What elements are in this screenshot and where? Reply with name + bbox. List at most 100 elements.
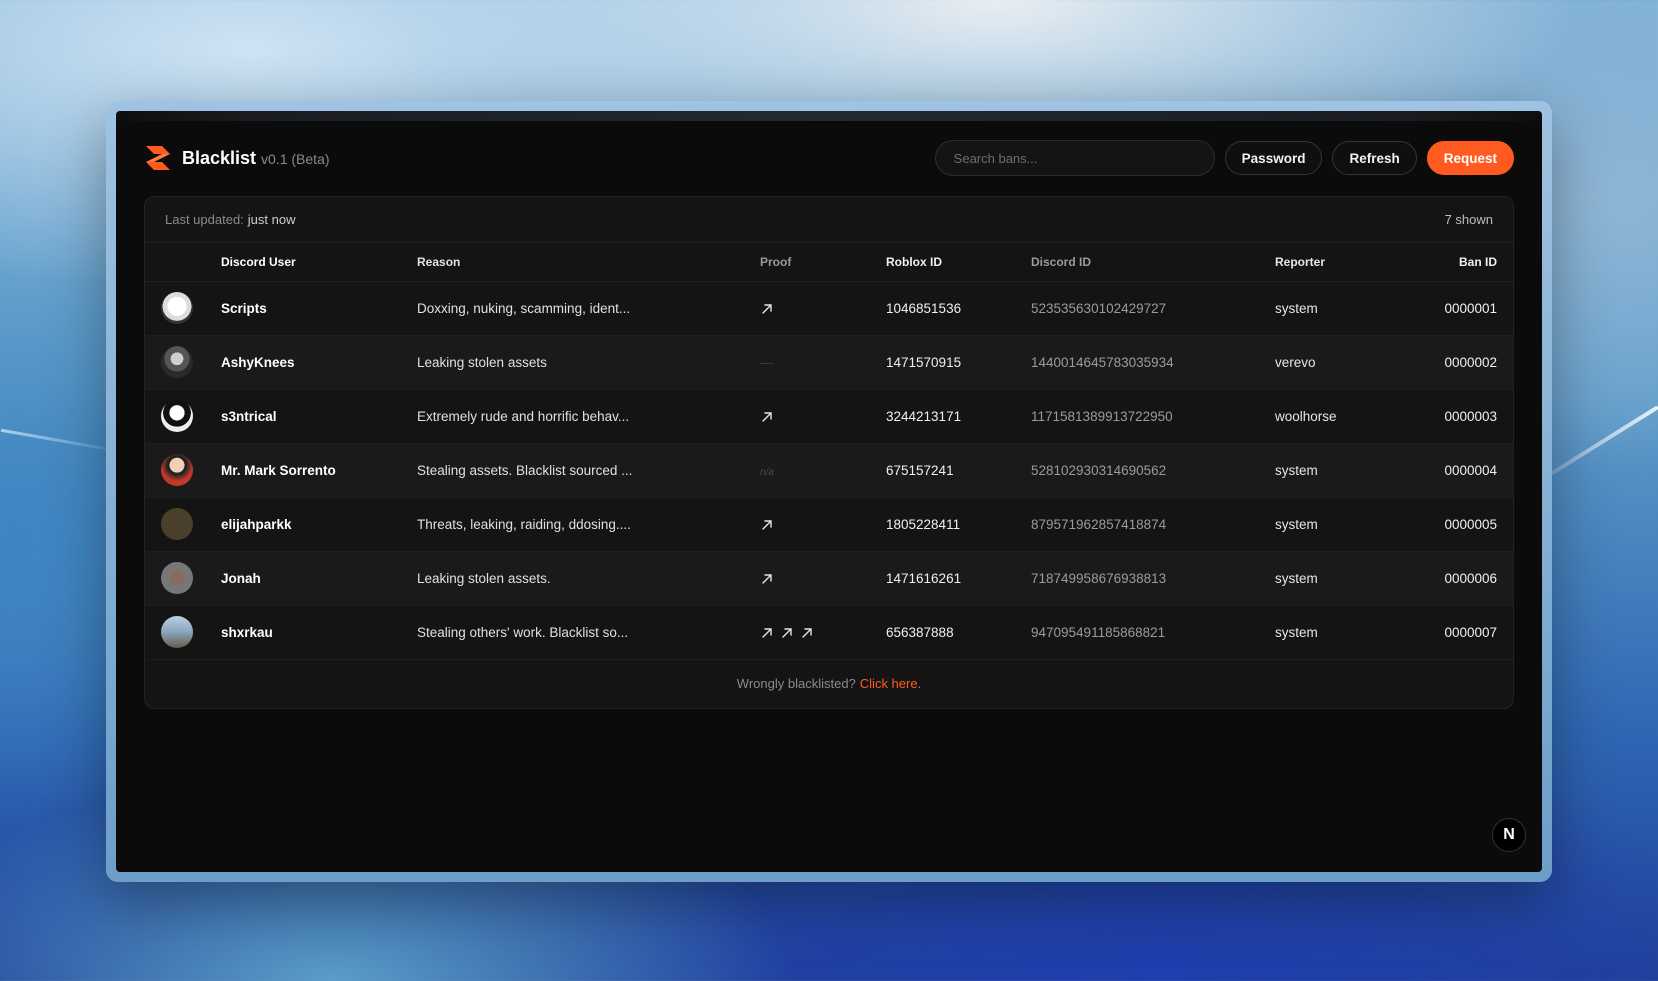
status-bar: Last updated: just now 7 shown xyxy=(145,197,1513,243)
discord-id: 879571962857418874 xyxy=(1031,497,1275,552)
roblox-id: 3244213171 xyxy=(886,389,1031,444)
discord-id: 528102930314690562 xyxy=(1031,443,1275,498)
column-header-reporter[interactable]: Reporter xyxy=(1275,243,1405,282)
discord-id: 718749958676938813 xyxy=(1031,551,1275,606)
header: Blacklist v0.1 (Beta) Password Refresh R… xyxy=(144,139,1514,177)
table-row[interactable]: s3ntrical Extremely rude and horrific beh… xyxy=(145,389,1513,444)
external-link-icon[interactable] xyxy=(760,572,774,586)
discord-id: 1440014645783035934 xyxy=(1031,335,1275,390)
avatar xyxy=(161,508,193,540)
discord-id: 947095491185868821 xyxy=(1031,605,1275,660)
external-link-icon[interactable] xyxy=(760,518,774,532)
ban-id: 0000005 xyxy=(1405,497,1513,552)
ban-id: 0000003 xyxy=(1405,389,1513,444)
last-updated-value: just now xyxy=(247,212,296,227)
last-updated: Last updated: just now xyxy=(165,212,296,227)
reporter: system xyxy=(1275,551,1405,606)
proof-links: n/a xyxy=(760,443,886,498)
roblox-id: 656387888 xyxy=(886,605,1031,660)
ban-reason: Leaking stolen assets. xyxy=(417,551,760,606)
column-header-proof[interactable]: Proof xyxy=(760,243,886,282)
app-window-frame: Blacklist v0.1 (Beta) Password Refresh R… xyxy=(106,101,1552,882)
table-row[interactable]: Mr. Mark Sorrento Stealing assets. Blackl… xyxy=(145,443,1513,498)
external-link-icon[interactable] xyxy=(780,626,794,640)
table-row[interactable]: Scripts Doxxing, nuking, scamming, ident.… xyxy=(145,281,1513,336)
discord-user[interactable]: shxrkau xyxy=(221,605,417,660)
ban-id: 0000006 xyxy=(1405,551,1513,606)
shown-count: 7 shown xyxy=(1444,212,1493,227)
ban-id: 0000007 xyxy=(1405,605,1513,660)
footer: Wrongly blacklisted? Click here. xyxy=(145,660,1513,708)
roblox-id: 1805228411 xyxy=(886,497,1031,552)
footer-period: . xyxy=(917,676,922,691)
external-link-icon[interactable] xyxy=(800,626,814,640)
next-badge-icon[interactable]: N xyxy=(1492,818,1526,852)
bans-card: Last updated: just now 7 shown Discord Us… xyxy=(144,196,1514,709)
avatar xyxy=(161,454,193,486)
request-button[interactable]: Request xyxy=(1426,141,1514,175)
proof-na: n/a xyxy=(760,466,774,478)
column-header-roblox-id[interactable]: Roblox ID xyxy=(886,243,1031,282)
reporter: system xyxy=(1275,497,1405,552)
discord-user[interactable]: Jonah xyxy=(221,551,417,606)
window-topbar xyxy=(116,111,1542,121)
reporter: system xyxy=(1275,605,1405,660)
column-header-reason[interactable]: Reason xyxy=(417,243,760,282)
column-header-discord-user[interactable]: Discord User xyxy=(221,243,417,282)
ban-id: 0000001 xyxy=(1405,281,1513,336)
password-button[interactable]: Password xyxy=(1224,141,1323,175)
ban-id: 0000004 xyxy=(1405,443,1513,498)
ban-reason: Doxxing, nuking, scamming, ident... xyxy=(417,281,760,336)
table-row[interactable]: elijahparkk Threats, leaking, raiding, dd… xyxy=(145,497,1513,552)
roblox-id: 1471616261 xyxy=(886,551,1031,606)
discord-user[interactable]: elijahparkk xyxy=(221,497,417,552)
discord-user[interactable]: Scripts xyxy=(221,281,417,336)
blacklist-logo-icon xyxy=(146,146,170,170)
discord-user[interactable]: s3ntrical xyxy=(221,389,417,444)
app-title: Blacklist xyxy=(182,147,257,168)
roblox-id: 675157241 xyxy=(886,443,1031,498)
external-link-icon[interactable] xyxy=(760,302,774,316)
footer-text: Wrongly blacklisted? xyxy=(736,676,856,691)
column-header-discord-id[interactable]: Discord ID xyxy=(1031,243,1275,282)
refresh-button[interactable]: Refresh xyxy=(1332,141,1417,175)
last-updated-label: Last updated: xyxy=(165,212,244,227)
ban-reason: Extremely rude and horrific behav... xyxy=(417,389,760,444)
discord-id: 1171581389913722950 xyxy=(1031,389,1275,444)
discord-user[interactable]: AshyKnees xyxy=(221,335,417,390)
reporter: woolhorse xyxy=(1275,389,1405,444)
avatar xyxy=(161,400,193,432)
proof-links xyxy=(760,605,886,660)
avatar xyxy=(161,562,193,594)
search-input[interactable] xyxy=(934,140,1215,176)
ban-id: 0000002 xyxy=(1405,335,1513,390)
roblox-id: 1471570915 xyxy=(886,335,1031,390)
discord-id: 523535630102429727 xyxy=(1031,281,1275,336)
external-link-icon[interactable] xyxy=(760,410,774,424)
column-header-avatar xyxy=(145,243,221,282)
app-version: v0.1 (Beta) xyxy=(261,151,330,167)
reporter: system xyxy=(1275,281,1405,336)
proof-links xyxy=(760,281,886,336)
avatar xyxy=(161,616,193,648)
discord-user[interactable]: Mr. Mark Sorrento xyxy=(221,443,417,498)
avatar xyxy=(161,292,193,324)
table-row[interactable]: AshyKnees Leaking stolen assets — 147157091… xyxy=(145,335,1513,390)
ban-reason: Stealing assets. Blacklist sourced ... xyxy=(417,443,760,498)
column-header-ban-id[interactable]: Ban ID xyxy=(1405,243,1513,282)
reporter: verevo xyxy=(1275,335,1405,390)
reporter: system xyxy=(1275,443,1405,498)
table-row[interactable]: shxrkau Stealing others' work. Blacklist … xyxy=(145,605,1513,660)
app-window: Blacklist v0.1 (Beta) Password Refresh R… xyxy=(116,111,1542,872)
ban-reason: Stealing others' work. Blacklist so... xyxy=(417,605,760,660)
roblox-id: 1046851536 xyxy=(886,281,1031,336)
proof-links xyxy=(760,551,886,606)
appeal-link[interactable]: Click here xyxy=(860,676,918,691)
proof-links: — xyxy=(760,335,886,390)
proof-links xyxy=(760,497,886,552)
external-link-icon[interactable] xyxy=(760,626,774,640)
ban-reason: Leaking stolen assets xyxy=(417,335,760,390)
proof-none: — xyxy=(760,354,774,370)
bans-table: Discord User Reason Proof Roblox ID Disc… xyxy=(145,243,1513,660)
table-row[interactable]: Jonah Leaking stolen assets. 1471616261 718… xyxy=(145,551,1513,606)
